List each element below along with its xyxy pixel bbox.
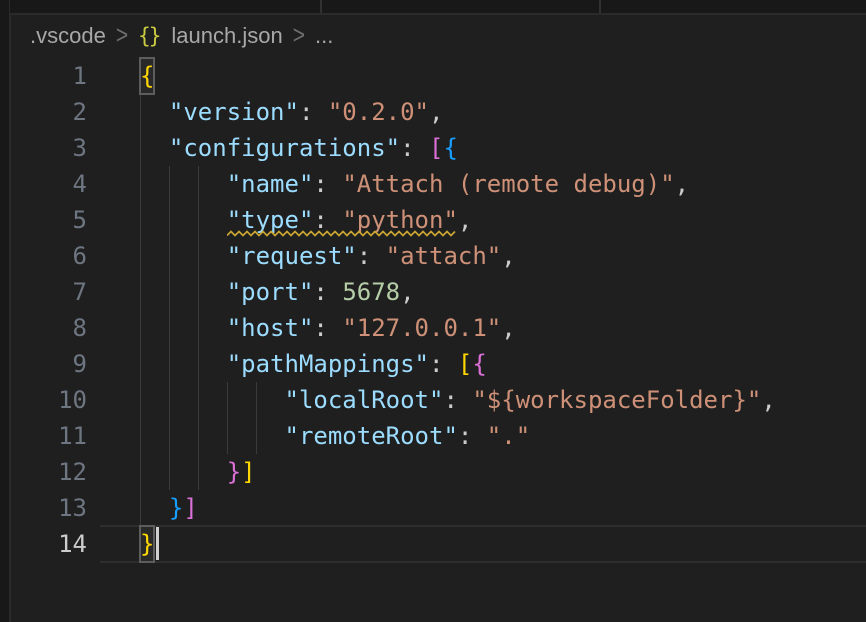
- line-number[interactable]: 7: [10, 274, 100, 310]
- code-line[interactable]: "type": "python",: [100, 202, 866, 238]
- code-token[interactable]: "name": [227, 166, 314, 202]
- code-token[interactable]: [: [429, 130, 443, 166]
- code-token[interactable]: [140, 382, 285, 418]
- code-line[interactable]: "name": "Attach (remote debug)",: [100, 166, 866, 202]
- code-line[interactable]: "host": "127.0.0.1",: [100, 310, 866, 346]
- code-token[interactable]: [140, 202, 227, 238]
- code-line[interactable]: {: [100, 58, 866, 94]
- code-line[interactable]: }]: [100, 490, 866, 526]
- code-token[interactable]: ,: [501, 238, 515, 274]
- code-token[interactable]: "attach": [386, 238, 502, 274]
- code-line[interactable]: "localRoot": "${workspaceFolder}",: [100, 382, 866, 418]
- code-line[interactable]: "remoteRoot": ".": [100, 418, 866, 454]
- code-line[interactable]: "port": 5678,: [100, 274, 866, 310]
- line-number[interactable]: 4: [10, 166, 100, 202]
- code-pane[interactable]: { "version": "0.2.0", "configurations": …: [100, 58, 866, 562]
- chevron-right-icon: >: [293, 21, 305, 51]
- code-token[interactable]: [140, 238, 227, 274]
- tab-separator: [320, 0, 322, 13]
- code-token[interactable]: {: [140, 58, 154, 94]
- code-token[interactable]: "0.2.0": [328, 94, 429, 130]
- code-token[interactable]: "${workspaceFolder}": [472, 382, 761, 418]
- line-number[interactable]: 3: [10, 130, 100, 166]
- code-token[interactable]: ]: [241, 454, 255, 490]
- code-line[interactable]: "version": "0.2.0",: [100, 94, 866, 130]
- line-number[interactable]: 8: [10, 310, 100, 346]
- code-token[interactable]: [140, 346, 227, 382]
- code-token[interactable]: [140, 490, 169, 526]
- code-token[interactable]: :: [299, 94, 328, 130]
- code-token[interactable]: :: [443, 382, 472, 418]
- code-token[interactable]: ,: [400, 274, 414, 310]
- code-token[interactable]: [140, 418, 285, 454]
- code-line[interactable]: "configurations": [{: [100, 130, 866, 166]
- code-line[interactable]: }]: [100, 454, 866, 490]
- code-token[interactable]: "port": [227, 274, 314, 310]
- code-token[interactable]: {: [443, 130, 457, 166]
- code-line[interactable]: "pathMappings": [{: [100, 346, 866, 382]
- code-token[interactable]: [140, 454, 227, 490]
- code-token[interactable]: :: [313, 310, 342, 346]
- code-token[interactable]: ,: [429, 94, 443, 130]
- breadcrumb-item-launch-json[interactable]: launch.json: [171, 23, 282, 49]
- code-token[interactable]: [140, 274, 227, 310]
- line-number[interactable]: 10: [10, 382, 100, 418]
- code-token[interactable]: "request": [227, 238, 357, 274]
- gutter: 1234567891011121314: [10, 58, 100, 562]
- code-token[interactable]: "remoteRoot": [285, 418, 458, 454]
- code-token[interactable]: "host": [227, 310, 314, 346]
- json-file-icon: {}: [138, 24, 161, 48]
- code-token[interactable]: :: [313, 166, 342, 202]
- code-token[interactable]: {: [472, 346, 486, 382]
- code-token[interactable]: ,: [458, 202, 472, 238]
- code-token[interactable]: [140, 166, 227, 202]
- text-cursor: [156, 527, 159, 560]
- code-token[interactable]: ".": [487, 418, 530, 454]
- code-token[interactable]: }: [169, 490, 183, 526]
- code-token[interactable]: :: [313, 274, 342, 310]
- tab-bar[interactable]: [10, 0, 866, 15]
- code-token[interactable]: :: [357, 238, 386, 274]
- code-token[interactable]: }: [227, 454, 241, 490]
- code-token[interactable]: "pathMappings": [227, 346, 429, 382]
- code-token[interactable]: "127.0.0.1": [342, 310, 501, 346]
- breadcrumb-item-vscode[interactable]: .vscode: [30, 23, 106, 49]
- line-number[interactable]: 5: [10, 202, 100, 238]
- code-line[interactable]: }: [100, 526, 866, 562]
- warning-squiggle: [227, 230, 458, 237]
- tab-separator: [599, 0, 601, 13]
- code-token[interactable]: "configurations": [169, 130, 400, 166]
- code-token[interactable]: "version": [169, 94, 299, 130]
- line-number[interactable]: 2: [10, 94, 100, 130]
- line-number[interactable]: 9: [10, 346, 100, 382]
- code-token[interactable]: :: [458, 418, 487, 454]
- code-token[interactable]: "Attach (remote debug)": [342, 166, 674, 202]
- line-number[interactable]: 14: [10, 526, 100, 562]
- breadcrumb: .vscode > {} launch.json > ...: [11, 15, 866, 57]
- code-token[interactable]: }: [140, 526, 154, 562]
- code-token[interactable]: [: [458, 346, 472, 382]
- code-token[interactable]: ]: [183, 490, 197, 526]
- code-token[interactable]: [140, 94, 169, 130]
- code-token[interactable]: ,: [501, 310, 515, 346]
- code-token[interactable]: ,: [675, 166, 689, 202]
- code-token[interactable]: [140, 130, 169, 166]
- code-token[interactable]: ,: [761, 382, 775, 418]
- code-token[interactable]: "localRoot": [285, 382, 444, 418]
- breadcrumb-symbol-path[interactable]: ...: [315, 23, 333, 49]
- code-token[interactable]: :: [429, 346, 458, 382]
- chevron-right-icon: >: [116, 21, 128, 51]
- code-token[interactable]: 5678: [342, 274, 400, 310]
- code-line[interactable]: "request": "attach",: [100, 238, 866, 274]
- line-number[interactable]: 1: [10, 58, 100, 94]
- line-number[interactable]: 13: [10, 490, 100, 526]
- line-number[interactable]: 6: [10, 238, 100, 274]
- code-token[interactable]: [140, 310, 227, 346]
- line-number[interactable]: 11: [10, 418, 100, 454]
- vscode-editor-window: { "colors": { "editor_bg": "#1f1f1f", "t…: [0, 0, 866, 622]
- line-number[interactable]: 12: [10, 454, 100, 490]
- code-token[interactable]: :: [400, 130, 429, 166]
